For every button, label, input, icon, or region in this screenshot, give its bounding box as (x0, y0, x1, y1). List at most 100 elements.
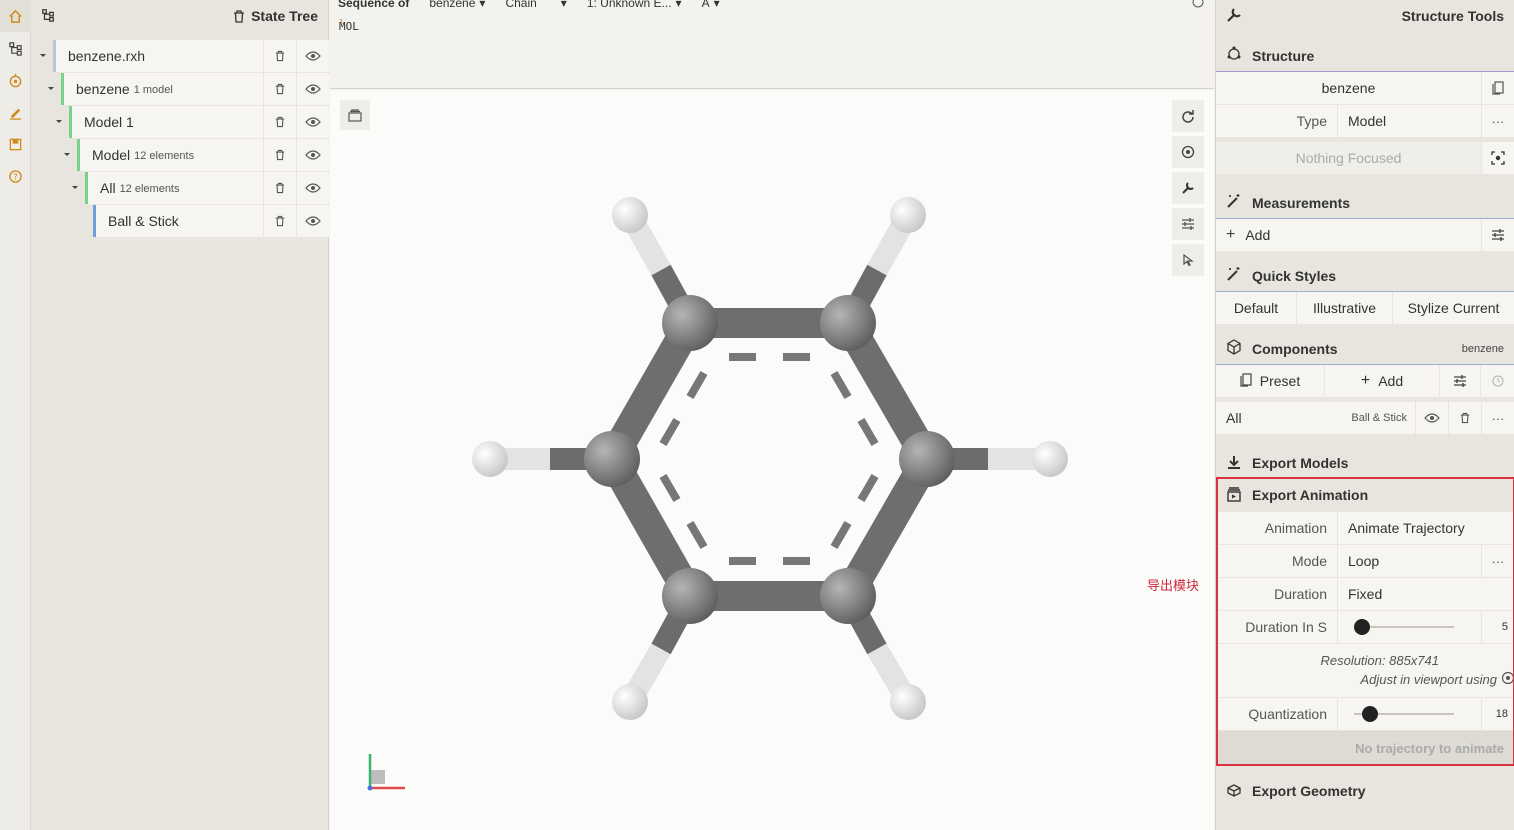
benzene-molecule (367, 197, 1068, 791)
measurements-add-row: + Add (1216, 219, 1514, 251)
chevron-down-icon[interactable] (53, 106, 65, 138)
carbon-atoms (584, 295, 955, 624)
tree-row-label[interactable]: Model 1 (69, 106, 263, 138)
structure-select[interactable]: benzene ▾ (429, 0, 485, 10)
chevron-down-icon[interactable] (61, 139, 73, 171)
select-mode-icon[interactable] (1172, 244, 1204, 276)
3d-viewport[interactable]: 导出模块 (330, 90, 1214, 830)
delete-icon[interactable] (264, 73, 296, 105)
help-icon[interactable]: ? (0, 160, 31, 192)
help-icon[interactable] (1192, 0, 1204, 11)
chevron-down-icon[interactable] (45, 73, 57, 105)
sequence-residue[interactable]: 1 MOL (339, 18, 359, 33)
magic-wand-icon (1226, 193, 1242, 212)
plus-icon: + (1226, 226, 1236, 243)
measurements-section-header[interactable]: Measurements (1216, 187, 1514, 219)
settings-sliders-icon[interactable] (1172, 208, 1204, 240)
style-illustrative-button[interactable]: Illustrative (1297, 292, 1392, 324)
mode-select[interactable]: Loop (1338, 545, 1481, 577)
tree-row[interactable]: Ball & Stick (31, 205, 329, 238)
delete-icon[interactable] (264, 40, 296, 72)
tree-row[interactable]: benzene 1 model (31, 73, 329, 106)
sequence-controls: Sequence of benzene ▾ Chain ▾ 1: Unknown E… (338, 0, 720, 10)
preset-button[interactable]: Preset (1216, 365, 1324, 397)
resolution-info: Resolution: 885x741 Adjust in viewport u… (1216, 644, 1514, 697)
visibility-eye-icon[interactable] (297, 106, 329, 138)
screenshot-icon[interactable] (1172, 136, 1204, 168)
bookmark-icon[interactable] (1482, 72, 1514, 104)
component-options-icon[interactable] (1440, 365, 1480, 397)
film-icon (1226, 486, 1242, 505)
chevron-down-icon: ▾ (560, 0, 567, 10)
chevron-down-icon[interactable] (37, 40, 49, 72)
quantization-row: Quantization 18 (1216, 698, 1514, 730)
tree-row[interactable]: All 12 elements (31, 172, 329, 205)
structure-section-header[interactable]: Structure (1216, 40, 1514, 72)
visibility-eye-icon[interactable] (297, 139, 329, 171)
structure-select[interactable]: benzene (1216, 72, 1481, 104)
mode-select[interactable]: Chain ▾ (505, 0, 566, 10)
quick-styles-section-header[interactable]: Quick Styles (1216, 260, 1514, 292)
stylize-current-button[interactable]: Stylize Current (1393, 292, 1514, 324)
components-section-header[interactable]: Components benzene (1216, 333, 1514, 365)
entity-select[interactable]: 1: Unknown E... ▾ (587, 0, 682, 10)
chain-select[interactable]: A ▾ (702, 0, 720, 10)
home-icon[interactable] (0, 0, 31, 32)
tree-row[interactable]: benzene.rxh (31, 40, 329, 73)
more-options-icon[interactable]: ··· (1482, 545, 1514, 577)
duration-seconds-slider[interactable] (1338, 611, 1481, 643)
focus-status: Nothing Focused (1216, 142, 1481, 174)
focus-target-icon[interactable] (1482, 142, 1514, 174)
export-animation-section-header[interactable]: Export Animation (1216, 479, 1514, 511)
animation-row: Animation Animate Trajectory (1216, 512, 1514, 544)
visibility-eye-icon[interactable] (297, 73, 329, 105)
visibility-eye-icon[interactable] (297, 205, 329, 237)
tree-row-label[interactable]: Model 12 elements (77, 139, 263, 171)
tree-row-label[interactable]: Ball & Stick (93, 205, 263, 237)
more-options-icon[interactable]: ··· (1482, 402, 1514, 434)
visibility-eye-icon[interactable] (297, 172, 329, 204)
delete-icon[interactable] (264, 172, 296, 204)
chevron-down-icon[interactable] (69, 172, 81, 204)
delete-icon[interactable] (264, 205, 296, 237)
slider-handle[interactable] (1354, 619, 1370, 635)
type-select[interactable]: Model (1338, 105, 1481, 137)
visibility-eye-icon[interactable] (297, 40, 329, 72)
more-options-icon[interactable]: ··· (1482, 105, 1514, 137)
add-component-button[interactable]: + Add (1325, 365, 1439, 397)
plus-icon: + (1360, 372, 1371, 389)
wrench-icon[interactable] (1172, 172, 1204, 204)
history-icon[interactable] (1481, 365, 1514, 397)
tree-row[interactable]: Model 12 elements (31, 139, 329, 172)
quick-styles-title: Quick Styles (1252, 267, 1337, 284)
delete-icon[interactable] (264, 106, 296, 138)
animate-status-button[interactable]: No trajectory to animate (1216, 731, 1514, 765)
reset-camera-icon[interactable] (1172, 100, 1204, 132)
tree-icon[interactable] (41, 8, 55, 25)
save-icon[interactable] (0, 128, 31, 160)
tree-row-label[interactable]: benzene 1 model (61, 73, 263, 105)
edit-icon[interactable] (0, 96, 31, 128)
visibility-eye-icon[interactable] (1416, 402, 1448, 434)
toggle-controls-icon[interactable] (340, 100, 370, 130)
tree-row[interactable]: Model 1 (31, 106, 329, 139)
state-tree-icon[interactable] (0, 32, 31, 64)
tree-row-label[interactable]: All 12 elements (85, 172, 263, 204)
animation-icon[interactable] (0, 64, 31, 96)
quantization-slider[interactable] (1338, 698, 1481, 730)
tree-row-label[interactable]: benzene.rxh (53, 40, 263, 72)
export-geometry-section-header[interactable]: Export Geometry (1216, 775, 1514, 807)
duration-select[interactable]: Fixed (1338, 578, 1514, 610)
delete-icon[interactable] (264, 139, 296, 171)
state-tree-title-button[interactable]: State Tree (233, 8, 318, 24)
measurement-options-icon[interactable] (1482, 219, 1514, 251)
animation-select[interactable]: Animate Trajectory (1338, 512, 1514, 544)
add-measurement-button[interactable]: + Add (1216, 219, 1481, 251)
export-module-annotation: 导出模块 (1147, 578, 1200, 593)
slider-handle[interactable] (1362, 706, 1379, 722)
delete-icon[interactable] (1449, 402, 1481, 434)
quick-styles-row: Default Illustrative Stylize Current (1216, 292, 1514, 324)
style-default-button[interactable]: Default (1216, 292, 1296, 324)
export-models-section-header[interactable]: Export Models (1216, 447, 1514, 479)
component-item[interactable]: All Ball & Stick (1216, 402, 1415, 434)
